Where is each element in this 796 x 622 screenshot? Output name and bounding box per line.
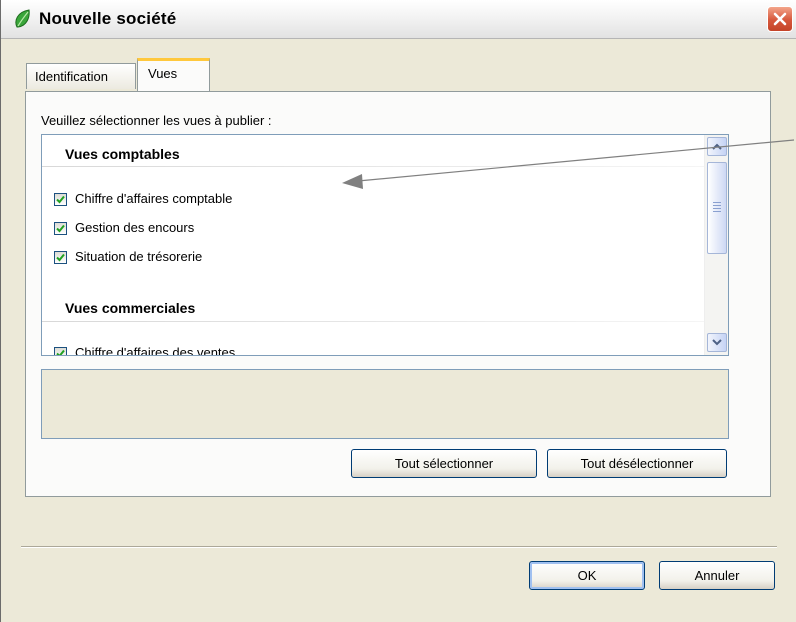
scroll-up-arrow-icon xyxy=(712,143,722,150)
vertical-scrollbar[interactable] xyxy=(704,135,728,355)
checkbox[interactable] xyxy=(54,222,67,235)
scroll-up-button[interactable] xyxy=(707,137,727,156)
group-divider xyxy=(42,166,704,167)
list-item-label: Situation de trésorerie xyxy=(75,249,203,264)
close-button[interactable] xyxy=(767,6,793,32)
list-item-label: Chiffre d'affaires comptable xyxy=(75,191,233,206)
checkmark-icon xyxy=(56,253,65,262)
views-prompt-label: Veuillez sélectionner les vues à publier… xyxy=(41,113,272,128)
title-bar[interactable]: Nouvelle société xyxy=(1,0,796,39)
grip-line xyxy=(713,208,721,209)
list-item-label: Gestion des encours xyxy=(75,220,195,235)
scroll-down-arrow-icon xyxy=(712,339,722,346)
grip-line xyxy=(713,202,721,203)
dialog-window: Nouvelle société Identification Vues Veu… xyxy=(0,0,796,622)
list-item-label: Chiffre d'affaires des ventes xyxy=(75,345,236,356)
grip-line xyxy=(713,205,721,206)
checkbox[interactable] xyxy=(54,347,67,355)
scroll-thumb[interactable] xyxy=(707,162,727,254)
green-leaf-icon xyxy=(14,9,32,29)
group-header-comptables: Vues comptables xyxy=(65,146,180,162)
group-header-commerciales: Vues commerciales xyxy=(65,300,196,316)
tab-vues-label: Vues xyxy=(148,66,178,81)
views-list[interactable]: Vues comptables Chiffre d'affaires compt… xyxy=(41,134,729,356)
group-divider xyxy=(42,321,704,322)
tab-vues[interactable]: Vues xyxy=(137,58,210,92)
close-icon xyxy=(773,12,787,26)
deselect-all-button[interactable]: Tout désélectionner xyxy=(547,449,727,478)
cancel-button[interactable]: Annuler xyxy=(659,561,775,590)
view-description-box xyxy=(41,369,729,439)
tab-identification[interactable]: Identification xyxy=(26,63,136,89)
select-all-button[interactable]: Tout sélectionner xyxy=(351,449,537,478)
footer-separator xyxy=(21,546,777,548)
checkbox[interactable] xyxy=(54,251,67,264)
checkmark-icon xyxy=(56,224,65,233)
ok-button[interactable]: OK xyxy=(529,561,645,590)
tab-identification-label: Identification xyxy=(35,69,108,84)
checkmark-icon xyxy=(56,195,65,204)
checkmark-icon xyxy=(56,349,65,355)
checkbox[interactable] xyxy=(54,193,67,206)
grip-line xyxy=(713,211,721,212)
scroll-down-button[interactable] xyxy=(707,333,727,352)
window-title: Nouvelle société xyxy=(39,9,177,28)
